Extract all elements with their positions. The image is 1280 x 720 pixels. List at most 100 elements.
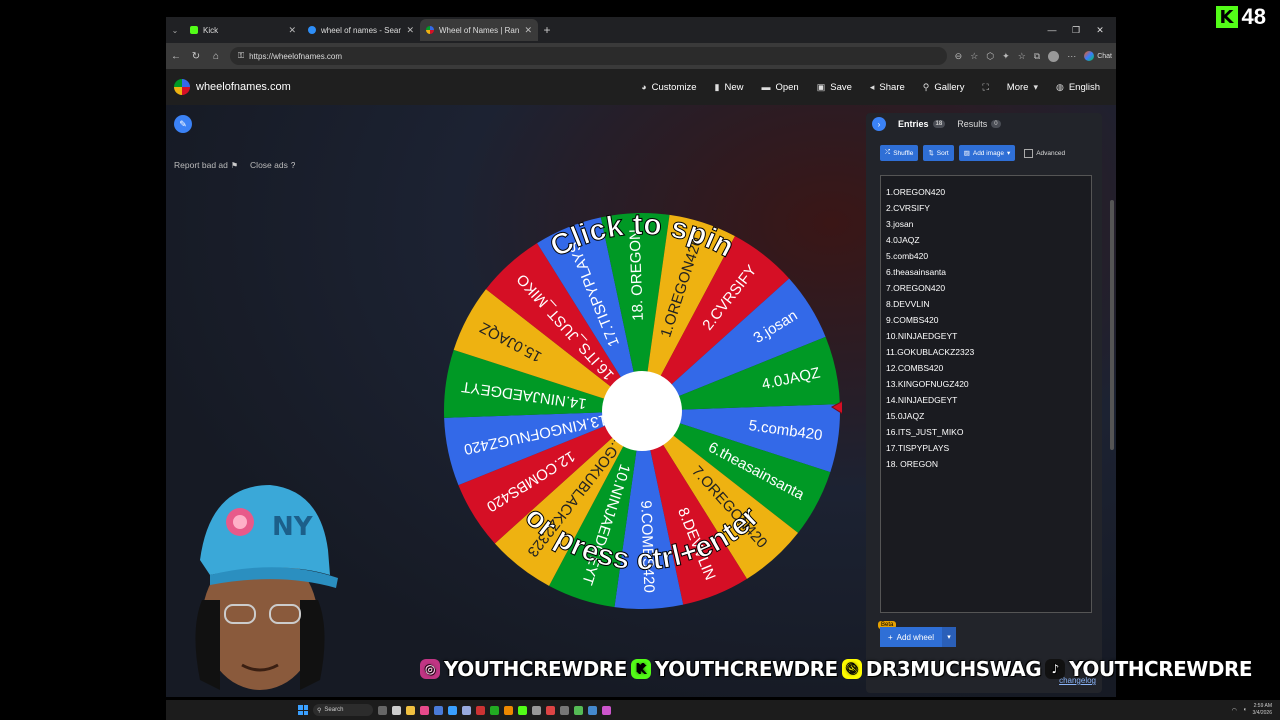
taskbar-app-icon[interactable] [448, 705, 458, 715]
minimize-icon[interactable]: — [1040, 25, 1064, 35]
entry-line: 15.0JAQZ [886, 411, 925, 421]
menu-fullscreen[interactable]: ⛶ [982, 82, 988, 93]
taskbar-search[interactable]: ⚲ Search [313, 704, 374, 716]
close-ads-link[interactable]: Close ads? [250, 160, 295, 170]
taskbar-app-icon[interactable] [546, 705, 556, 715]
close-tab-icon[interactable]: ✕ [524, 25, 532, 36]
add-image-button[interactable]: ▨ Add image ▾ [958, 145, 1016, 161]
share-icon: ◂ [869, 81, 875, 92]
wheel-slice-label: 18. OREGON [627, 229, 647, 321]
wifi-icon[interactable]: ◠ [1232, 707, 1237, 714]
home-icon[interactable]: ⌂ [210, 51, 222, 62]
windows-start-icon[interactable] [298, 705, 308, 715]
new-tab-icon[interactable]: + [538, 23, 556, 37]
entries-panel: › Entries 18 Results 0 ⤮ Shuffle ⇅ Sort ▨ Add… [866, 113, 1102, 693]
maximize-icon[interactable]: ❐ [1064, 25, 1088, 36]
taskbar-app-icon[interactable] [476, 705, 486, 715]
taskbar-app-icon[interactable] [504, 705, 514, 715]
report-bad-ad-link[interactable]: Report bad ad ⚑ [174, 160, 238, 170]
shuffle-button[interactable]: ⤮ Shuffle [880, 145, 919, 161]
social-handle: YOUTHCREWDRE [444, 657, 627, 681]
tab-wheel-of-names[interactable]: Wheel of Names | Random name ✕ [420, 19, 538, 41]
site-logo[interactable]: wheelofnames.com [174, 79, 291, 95]
menu-language[interactable]: ◍ English [1056, 82, 1100, 93]
taskbar-app-icon[interactable] [378, 705, 388, 715]
close-tab-icon[interactable]: ✕ [288, 25, 296, 36]
page-scrollbar[interactable] [1110, 200, 1114, 450]
wheel-center[interactable] [602, 371, 682, 451]
refresh-icon[interactable]: ↻ [190, 51, 202, 62]
taskbar-apps: ⚲ Search [298, 704, 612, 716]
taskbar-app-icon[interactable] [518, 705, 528, 715]
close-tab-icon[interactable]: ✕ [406, 25, 414, 36]
taskbar-app-icon[interactable] [462, 705, 472, 715]
back-icon[interactable]: ← [170, 51, 182, 62]
search-icon: ⚲ [317, 707, 322, 714]
volume-icon[interactable]: ◖ [1243, 707, 1247, 713]
checkbox-icon [1024, 148, 1034, 158]
taskbar-app-icon[interactable] [574, 705, 584, 715]
taskbar-app-icon[interactable] [588, 705, 598, 715]
sort-button[interactable]: ⇅ Sort [923, 145, 954, 161]
favorite-star-icon[interactable]: ☆ [970, 51, 978, 62]
taskbar-app-icon[interactable] [602, 705, 612, 715]
more-options-icon[interactable]: ⋯ [1067, 51, 1076, 62]
entry-line: 3.josan [886, 219, 914, 229]
entry-line: 11.GOKUBLACKZ2323 [886, 347, 975, 357]
puzzle-icon[interactable]: ✦ [1002, 51, 1010, 62]
taskbar-app-icon[interactable] [560, 705, 570, 715]
copilot-chat-button[interactable]: Chat [1084, 51, 1112, 61]
edit-pencil-icon[interactable]: ✎ [174, 115, 192, 133]
clock[interactable]: 2:59 AM 3/4/2026 [1253, 703, 1272, 717]
taskbar-app-icon[interactable] [406, 705, 416, 715]
site-header: wheelofnames.com ◕ Customize ▮ New ▬ Open ▣… [166, 69, 1116, 106]
svg-text:NY: NY [272, 512, 314, 542]
tab-entries[interactable]: Entries 18 [898, 119, 946, 129]
entries-textarea[interactable]: 1.OREGON420 2.CVRSIFY 3.josan 4.0JAQZ 5.comb… [880, 175, 1092, 613]
fullscreen-icon: ⛶ [982, 81, 989, 92]
reader-icon[interactable]: ⊖ [955, 51, 963, 62]
entry-line: 7.OREGON420 [886, 283, 946, 293]
advanced-checkbox[interactable]: Advanced [1024, 148, 1065, 158]
menu-new[interactable]: ▮ New [715, 82, 744, 93]
profile-avatar[interactable] [1048, 50, 1060, 62]
menu-customize[interactable]: ◕ Customize [641, 82, 696, 93]
tab-kick[interactable]: Kick ✕ [184, 19, 302, 41]
spin-wheel[interactable]: 5.comb420 6.theasainsanta 7.OREGON420 8.DEV… [442, 141, 855, 661]
entry-line: 14.NINJAEDGEYT [886, 395, 958, 405]
taskbar-app-icon[interactable] [392, 705, 402, 715]
entry-line: 13.KINGOFNUGZ420 [886, 379, 969, 389]
site-info-icon[interactable]: ⚿ [238, 51, 244, 61]
menu-open[interactable]: ▬ Open [761, 82, 798, 93]
window-controls: — ❐ ✕ [1040, 17, 1112, 43]
close-window-icon[interactable]: ✕ [1088, 25, 1112, 36]
url-text: https://wheelofnames.com [249, 51, 343, 61]
url-field[interactable]: ⚿ https://wheelofnames.com [230, 47, 947, 65]
favorites-icon[interactable]: ☆ [1018, 51, 1026, 62]
add-wheel-dropdown-icon[interactable]: ▾ [942, 627, 957, 647]
tab-list-icon[interactable]: ⌄ [166, 26, 184, 35]
menu-save[interactable]: ▣ Save [817, 82, 852, 93]
add-wheel-main[interactable]: + Add wheel [880, 627, 943, 647]
entries-toolbar: ⤮ Shuffle ⇅ Sort ▨ Add image ▾ Advanced [866, 135, 1102, 161]
taskbar-app-icon[interactable] [490, 705, 500, 715]
image-icon: ▨ [963, 150, 970, 157]
taskbar-app-icon[interactable] [532, 705, 542, 715]
menu-share[interactable]: ◂ Share [870, 82, 905, 93]
add-wheel-button[interactable]: + Add wheel ▾ [880, 627, 957, 647]
tab-search[interactable]: wheel of names - Search ✕ [302, 19, 420, 41]
menu-gallery[interactable]: ⚲ Gallery [923, 82, 965, 93]
kick-logo-icon: K [1215, 6, 1238, 28]
results-count-badge: 0 [991, 120, 1001, 128]
entry-line: 5.comb420 [886, 251, 929, 261]
taskbar-app-icon[interactable] [420, 705, 430, 715]
webcam-overlay: NY [195, 485, 338, 690]
tab-bar: ⌄ Kick ✕ wheel of names - Search ✕ Wheel… [166, 17, 1116, 43]
collections-icon[interactable]: ⧉ [1034, 51, 1040, 62]
extension-icon[interactable]: ⬡ [986, 51, 994, 62]
menu-more[interactable]: More ▾ [1007, 82, 1038, 93]
wheel-svg[interactable]: 5.comb4206.theasainsanta7.OREGON4208.DEV… [442, 141, 855, 661]
taskbar-app-icon[interactable] [434, 705, 444, 715]
tab-results[interactable]: Results 0 [957, 119, 1001, 129]
collapse-panel-icon[interactable]: › [872, 117, 886, 131]
